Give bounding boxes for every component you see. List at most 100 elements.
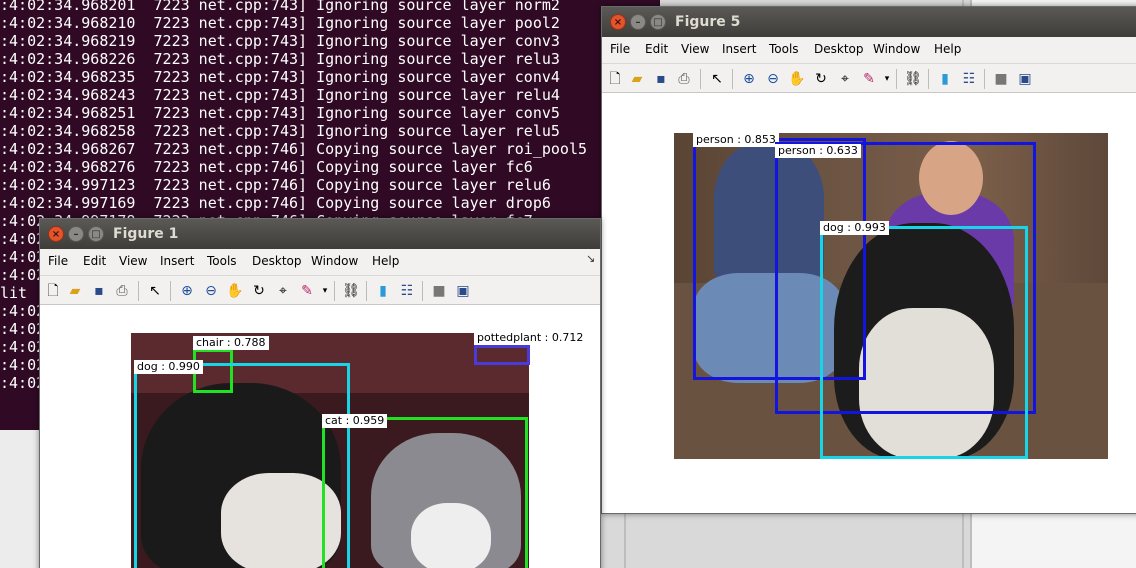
- figure-canvas[interactable]: chair : 0.788 pottedplant : 0.712 dog : …: [40, 305, 600, 568]
- minimize-icon[interactable]: –: [630, 14, 646, 30]
- terminal-line: :4:02:34.968276 7223 net.cpp:746] Copyin…: [0, 158, 533, 176]
- menu-file[interactable]: File: [48, 254, 68, 268]
- detection-label: dog : 0.993: [820, 221, 889, 235]
- rotate-3d-icon[interactable]: ↻: [812, 70, 830, 88]
- detection-label: pottedplant : 0.712: [474, 331, 587, 345]
- terminal-line: :4:02:34.968226 7223 net.cpp:743] Ignori…: [0, 50, 560, 68]
- menu-bar: File Edit View Insert Tools Desktop Wind…: [602, 37, 1136, 63]
- save-icon[interactable]: ▪: [652, 70, 670, 88]
- maximize-icon[interactable]: □: [650, 14, 666, 30]
- menu-edit[interactable]: Edit: [83, 254, 106, 268]
- figure-toolbar: 🗋 ▰ ▪ ⎙ ↖ ⊕ ⊖ ✋ ↻ ⌖ ✎ ▾ ⛓ ▮ ☷ ■ ▣: [602, 63, 1136, 93]
- open-file-icon[interactable]: ▰: [66, 282, 84, 300]
- menu-view[interactable]: View: [681, 42, 709, 56]
- colorbar-icon[interactable]: ▮: [936, 70, 954, 88]
- terminal-line: :4:02:34.968243 7223 net.cpp:743] Ignori…: [0, 86, 560, 104]
- hide-plot-tools-icon[interactable]: ■: [430, 282, 448, 300]
- print-icon[interactable]: ⎙: [113, 282, 131, 300]
- save-icon[interactable]: ▪: [90, 282, 108, 300]
- data-cursor-icon[interactable]: ⌖: [836, 70, 854, 88]
- toolbar-separator: [422, 281, 423, 301]
- menu-desktop[interactable]: Desktop: [814, 42, 864, 56]
- terminal-line: :4:02:34.968219 7223 net.cpp:743] Ignori…: [0, 32, 560, 50]
- detection-box-pottedplant: [474, 345, 530, 365]
- menu-edit[interactable]: Edit: [645, 42, 668, 56]
- toolbar-separator: [700, 69, 701, 89]
- detection-box-dog: [134, 363, 350, 568]
- terminal-line: :4:02:34.968210 7223 net.cpp:743] Ignori…: [0, 14, 560, 32]
- toolbar-separator: [138, 281, 139, 301]
- menu-bar: File Edit View Insert Tools Desktop Wind…: [40, 249, 600, 275]
- toolbar-separator: [896, 69, 897, 89]
- show-plot-tools-icon[interactable]: ▣: [454, 282, 472, 300]
- menu-file[interactable]: File: [610, 42, 630, 56]
- close-icon[interactable]: ×: [48, 226, 64, 242]
- minimize-icon[interactable]: –: [68, 226, 84, 242]
- terminal-line: :4:02:34.968251 7223 net.cpp:743] Ignori…: [0, 104, 560, 122]
- menu-insert[interactable]: Insert: [722, 42, 756, 56]
- link-plot-icon[interactable]: ⛓: [904, 70, 922, 88]
- new-figure-icon[interactable]: 🗋: [44, 282, 62, 300]
- hide-plot-tools-icon[interactable]: ■: [992, 70, 1010, 88]
- title-bar[interactable]: × – □ Figure 1: [40, 219, 600, 249]
- figure-1-window[interactable]: × – □ Figure 1 File Edit View Insert Too…: [39, 218, 601, 568]
- terminal-line: :4:02:34.968267 7223 net.cpp:746] Copyin…: [0, 140, 587, 158]
- detection-label: dog : 0.990: [134, 360, 203, 374]
- menu-tools[interactable]: Tools: [769, 42, 799, 56]
- figure-5-window[interactable]: × – □ Figure 5 File Edit View Insert Too…: [601, 6, 1136, 514]
- pan-icon[interactable]: ✋: [226, 282, 244, 300]
- pointer-icon[interactable]: ↖: [146, 282, 164, 300]
- menu-desktop[interactable]: Desktop: [252, 254, 302, 268]
- legend-icon[interactable]: ☷: [960, 70, 978, 88]
- detection-label: person : 0.633: [775, 144, 861, 158]
- maximize-icon[interactable]: □: [88, 226, 104, 242]
- menu-window[interactable]: Window: [873, 42, 920, 56]
- figure-canvas[interactable]: person : 0.853 person : 0.633 dog : 0.99…: [602, 93, 1136, 513]
- toolbar-separator: [984, 69, 985, 89]
- undock-arrow-icon[interactable]: ↘: [586, 252, 595, 265]
- toolbar-separator: [334, 281, 335, 301]
- print-icon[interactable]: ⎙: [675, 70, 693, 88]
- brush-icon[interactable]: ✎: [860, 70, 878, 88]
- menu-insert[interactable]: Insert: [160, 254, 194, 268]
- dropdown-arrow-icon[interactable]: ▾: [878, 70, 896, 88]
- legend-icon[interactable]: ☷: [398, 282, 416, 300]
- terminal-line: :4:02:34.968258 7223 net.cpp:743] Ignori…: [0, 122, 560, 140]
- colorbar-icon[interactable]: ▮: [374, 282, 392, 300]
- zoom-out-icon[interactable]: ⊖: [764, 70, 782, 88]
- data-cursor-icon[interactable]: ⌖: [274, 282, 292, 300]
- toolbar-separator: [928, 69, 929, 89]
- title-bar[interactable]: × – □ Figure 5: [602, 7, 1136, 37]
- detection-box-dog: [820, 226, 1028, 459]
- menu-tools[interactable]: Tools: [207, 254, 237, 268]
- menu-help[interactable]: Help: [372, 254, 399, 268]
- link-plot-icon[interactable]: ⛓: [342, 282, 360, 300]
- terminal-line: :4:02:34.968235 7223 net.cpp:743] Ignori…: [0, 68, 560, 86]
- window-title: Figure 5: [675, 14, 741, 30]
- new-figure-icon[interactable]: 🗋: [606, 70, 624, 88]
- detection-label: chair : 0.788: [193, 336, 269, 350]
- zoom-in-icon[interactable]: ⊕: [740, 70, 758, 88]
- dropdown-arrow-icon[interactable]: ▾: [316, 282, 334, 300]
- show-plot-tools-icon[interactable]: ▣: [1016, 70, 1034, 88]
- menu-help[interactable]: Help: [934, 42, 961, 56]
- detection-box-cat: [322, 417, 528, 568]
- close-icon[interactable]: ×: [610, 14, 626, 30]
- toolbar-separator: [366, 281, 367, 301]
- zoom-out-icon[interactable]: ⊖: [202, 282, 220, 300]
- pointer-icon[interactable]: ↖: [708, 70, 726, 88]
- detection-label: person : 0.853: [693, 133, 779, 147]
- terminal-line: lit: [0, 284, 28, 302]
- pan-icon[interactable]: ✋: [788, 70, 806, 88]
- window-title: Figure 1: [113, 226, 179, 242]
- brush-icon[interactable]: ✎: [298, 282, 316, 300]
- terminal-line: :4:02:34.997123 7223 net.cpp:746] Copyin…: [0, 176, 551, 194]
- toolbar-separator: [732, 69, 733, 89]
- menu-view[interactable]: View: [119, 254, 147, 268]
- menu-window[interactable]: Window: [311, 254, 358, 268]
- toolbar-separator: [170, 281, 171, 301]
- zoom-in-icon[interactable]: ⊕: [178, 282, 196, 300]
- figure-toolbar: 🗋 ▰ ▪ ⎙ ↖ ⊕ ⊖ ✋ ↻ ⌖ ✎ ▾ ⛓ ▮ ☷ ■ ▣: [40, 275, 600, 305]
- open-file-icon[interactable]: ▰: [628, 70, 646, 88]
- rotate-3d-icon[interactable]: ↻: [250, 282, 268, 300]
